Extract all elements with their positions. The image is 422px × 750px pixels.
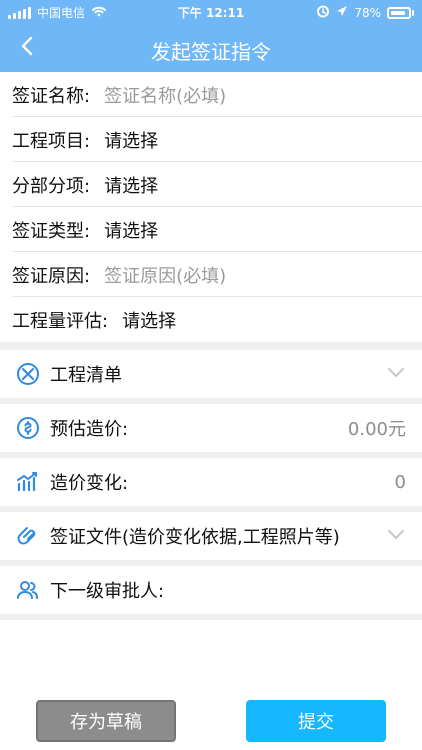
visa-reason-input[interactable]: 签证原因(必填) xyxy=(104,262,226,288)
section-separator xyxy=(0,614,422,620)
section-files[interactable]: 签证文件(造价变化依据,工程照片等) xyxy=(0,512,422,560)
status-right: 78% xyxy=(316,4,414,21)
row-project[interactable]: 工程项目: 请选择 xyxy=(0,117,422,162)
users-icon xyxy=(12,574,44,606)
chevron-down-icon xyxy=(386,525,406,545)
row-label: 签证原因: xyxy=(12,265,91,287)
row-label: 签证类型: xyxy=(12,220,91,242)
files-label: 签证文件(造价变化依据,工程照片等) xyxy=(50,527,340,548)
alarm-icon xyxy=(316,4,330,21)
estimated-price-value: 0.00元 xyxy=(347,419,406,440)
section-price-change: 造价变化: 0 xyxy=(0,458,422,506)
save-draft-button[interactable]: 存为草稿 xyxy=(36,700,176,742)
row-quantity-eval[interactable]: 工程量评估: 请选择 xyxy=(0,297,422,342)
row-subproject[interactable]: 分部分项: 请选择 xyxy=(0,162,422,207)
section-estimated-price: 预估造价: 0.00元 xyxy=(0,404,422,452)
row-visa-name[interactable]: 签证名称: 签证名称(必填) xyxy=(0,72,422,117)
divider xyxy=(0,342,422,350)
nav-bar: 发起签证指令 xyxy=(0,24,422,72)
row-label: 工程量评估: xyxy=(12,310,109,332)
next-approver-label: 下一级审批人: xyxy=(50,581,165,602)
status-bar: 中国电信 下午 12:11 78% xyxy=(0,0,422,24)
form: 签证名称: 签证名称(必填) 工程项目: 请选择 分部分项: 请选择 签证类型:… xyxy=(0,72,422,620)
coin-icon xyxy=(12,412,44,444)
row-label: 工程项目: xyxy=(12,130,91,152)
estimated-price-label: 预估造价: xyxy=(50,419,129,440)
header: 中国电信 下午 12:11 78% 发起签证指令 xyxy=(0,0,422,72)
crossed-tools-icon xyxy=(12,358,44,390)
chevron-down-icon xyxy=(386,363,406,383)
section-project-list[interactable]: 工程清单 xyxy=(0,350,422,398)
row-visa-reason[interactable]: 签证原因: 签证原因(必填) xyxy=(0,252,422,297)
location-icon xyxy=(336,5,348,20)
battery-text: 78% xyxy=(354,5,381,20)
section-next-approver[interactable]: 下一级审批人: xyxy=(0,566,422,614)
row-label: 签证名称: xyxy=(12,85,91,107)
quantity-eval-select[interactable]: 请选择 xyxy=(122,307,176,333)
page: 中国电信 下午 12:11 78% 发起签证指令 签证名称: 签证名称(必填) … xyxy=(0,0,422,750)
project-list-label: 工程清单 xyxy=(50,365,122,386)
battery-icon xyxy=(387,6,414,19)
subproject-select[interactable]: 请选择 xyxy=(104,172,158,198)
price-change-value: 0 xyxy=(394,471,406,493)
project-select[interactable]: 请选择 xyxy=(104,127,158,153)
price-change-label: 造价变化: xyxy=(50,473,129,494)
submit-button[interactable]: 提交 xyxy=(246,700,386,742)
footer: 存为草稿 提交 xyxy=(0,700,422,742)
visa-type-select[interactable]: 请选择 xyxy=(104,217,158,243)
trend-chart-icon xyxy=(12,466,44,498)
page-title: 发起签证指令 xyxy=(151,40,271,64)
row-visa-type[interactable]: 签证类型: 请选择 xyxy=(0,207,422,252)
row-label: 分部分项: xyxy=(12,175,91,197)
visa-name-input[interactable]: 签证名称(必填) xyxy=(104,82,226,108)
paperclip-icon xyxy=(12,520,44,552)
